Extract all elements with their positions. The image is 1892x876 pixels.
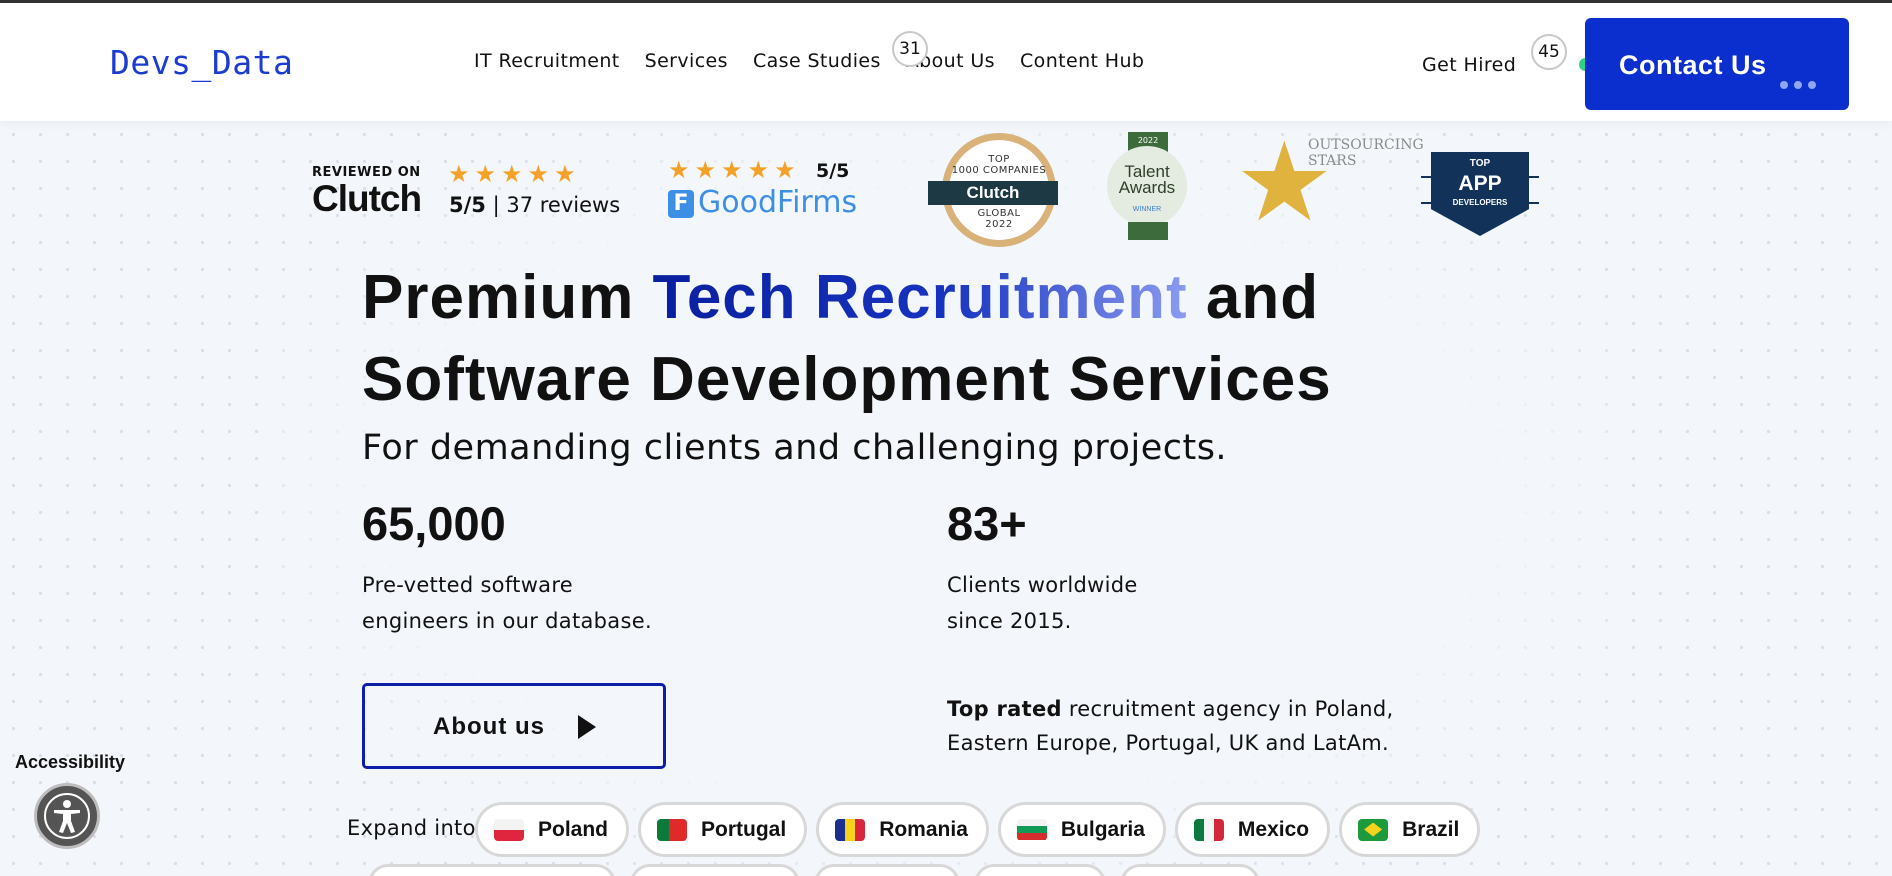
get-hired-link[interactable]: Get Hired — [1422, 54, 1516, 76]
expand-into-label: Expand into — [347, 816, 476, 840]
stat-number: 83+ — [947, 497, 1027, 550]
country-chip[interactable] — [1120, 864, 1260, 876]
contact-us-button[interactable]: Contact Us — [1585, 18, 1849, 110]
country-chips-row2 — [368, 864, 1274, 876]
get-hired-count-badge: 45 — [1531, 34, 1567, 70]
portugal-flag-icon — [657, 818, 688, 841]
case-studies-count-badge: 31 — [892, 31, 928, 67]
hero-title-line1: Premium Tech Recruitment and — [362, 263, 1320, 332]
stat-engineers: 65,000 Pre-vetted software engineers in … — [362, 496, 652, 639]
country-chip-mexico[interactable]: Mexico — [1174, 802, 1331, 857]
stat-description: Clients worldwide since 2015. — [947, 573, 1138, 633]
country-chip[interactable] — [974, 864, 1106, 876]
main-nav: IT Recruitment Services Case Studies Abo… — [474, 50, 1169, 72]
stat-clients: 83+ Clients worldwide since 2015. — [947, 496, 1138, 639]
goodfirms-logo[interactable]: F GoodFirms — [668, 185, 857, 220]
country-chip-romania[interactable]: Romania — [816, 802, 989, 857]
goodfirms-score: 5/5 — [816, 160, 850, 182]
country-chip[interactable] — [630, 864, 800, 876]
country-chip-poland[interactable]: Poland — [475, 802, 630, 857]
nav-it-recruitment[interactable]: IT Recruitment — [474, 50, 620, 72]
hero-subtitle: For demanding clients and challenging pr… — [362, 428, 1228, 468]
site-header: Devs_Data IT Recruitment Services Case S… — [0, 3, 1892, 121]
accessibility-person-icon — [54, 800, 80, 833]
stat-description: Pre-vetted software engineers in our dat… — [362, 573, 652, 633]
nav-content-hub[interactable]: Content Hub — [1020, 50, 1144, 72]
clutch-review-logo[interactable]: REVIEWED ON Clutch — [312, 165, 422, 220]
top-app-developers-badge: TOP APP DEVELOPERS — [1421, 152, 1539, 238]
ellipsis-icon — [1780, 65, 1822, 96]
top-rated-text: Top rated recruitment agency in Poland, … — [947, 697, 1394, 755]
clutch-stars-icon: ★★★★★ — [448, 160, 581, 188]
country-chip-bulgaria[interactable]: Bulgaria — [997, 802, 1166, 857]
clutch-wordmark: Clutch — [312, 178, 422, 219]
hero-title-line2: Software Development Services — [362, 345, 1332, 414]
accessibility-button[interactable] — [34, 783, 100, 849]
site-logo[interactable]: Devs_Data — [110, 43, 293, 82]
brazil-flag-icon — [1358, 818, 1389, 841]
nav-case-studies[interactable]: Case Studies — [753, 50, 881, 72]
clutch-top-1000-badge: TOP 1000 COMPANIES GLOBAL 2022 Clutch — [928, 133, 1058, 248]
country-chips: Poland Portugal Romania Bulgaria Mexico … — [475, 802, 1489, 857]
country-chip[interactable] — [368, 864, 616, 876]
romania-flag-icon — [835, 818, 866, 841]
goodfirms-stars-icon: ★★★★★ — [668, 156, 801, 184]
clutch-score: 5/5 | 37 reviews — [449, 193, 621, 217]
talent-awards-badge: 2022 Talent Awards WINNER — [1107, 132, 1187, 240]
country-chip-brazil[interactable]: Brazil — [1339, 802, 1481, 857]
goodfirms-f-icon: F — [668, 189, 694, 218]
accessibility-label: Accessibility — [15, 752, 126, 772]
nav-services[interactable]: Services — [645, 50, 728, 72]
poland-flag-icon — [494, 818, 524, 841]
stat-number: 65,000 — [362, 497, 506, 550]
about-us-label: About us — [433, 713, 545, 740]
contact-us-label: Contact Us — [1619, 50, 1767, 80]
about-us-button[interactable]: About us — [362, 683, 666, 769]
play-icon — [578, 715, 596, 739]
bulgaria-flag-icon — [1016, 818, 1047, 841]
mexico-flag-icon — [1193, 818, 1224, 841]
country-chip[interactable] — [814, 864, 960, 876]
country-chip-portugal[interactable]: Portugal — [638, 802, 808, 857]
outsourcing-stars-label: OUTSOURCING STARS — [1308, 137, 1424, 169]
